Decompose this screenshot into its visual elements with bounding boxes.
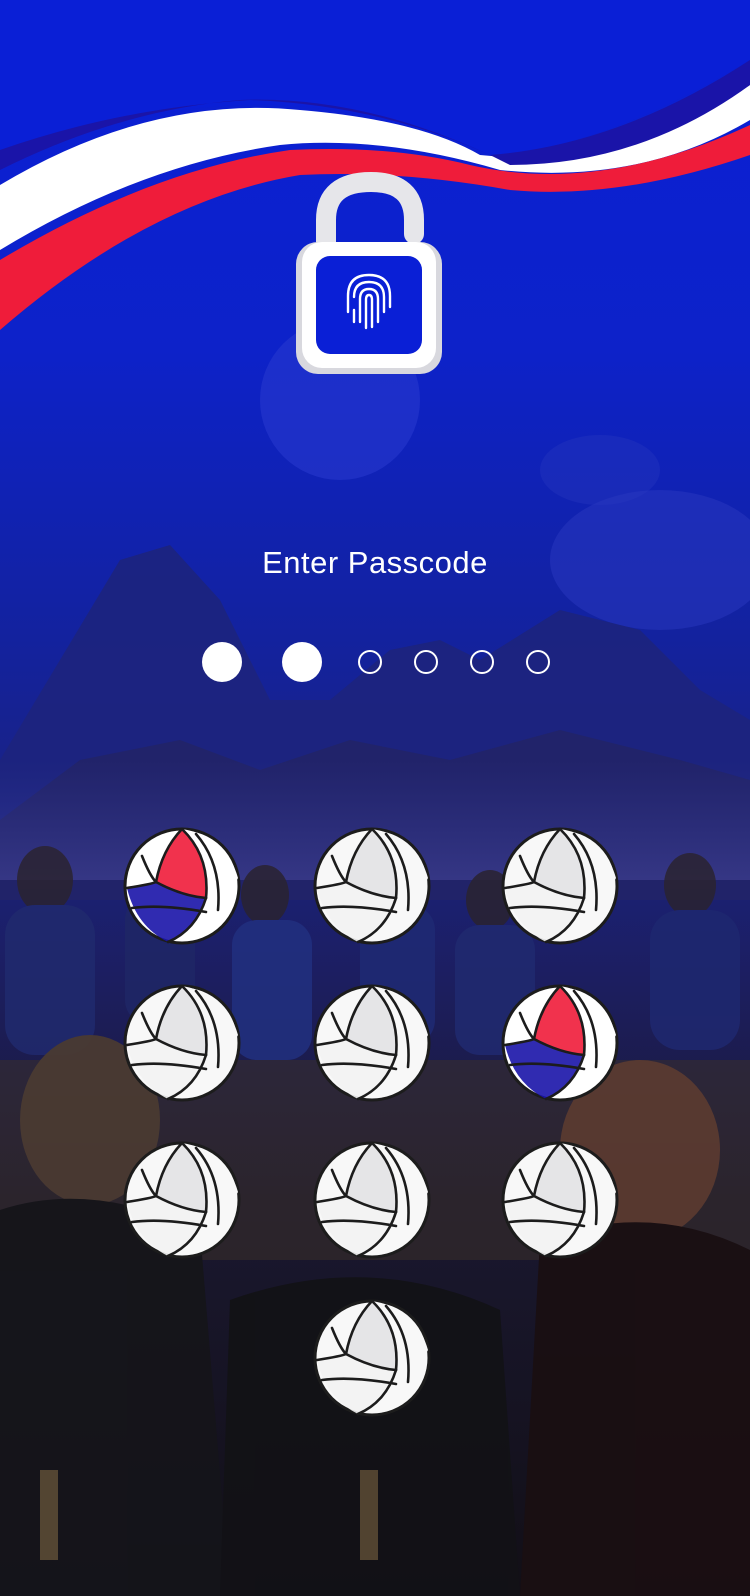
passcode-dot-filled — [282, 642, 322, 682]
volleyball-icon — [313, 827, 431, 945]
volleyball-icon — [123, 984, 241, 1102]
keypad-key-7[interactable] — [122, 1140, 242, 1260]
keypad-key-4[interactable] — [122, 983, 242, 1103]
passcode-indicator — [0, 640, 750, 684]
volleyball-icon — [501, 984, 619, 1102]
page-title: Enter Passcode — [262, 545, 488, 580]
keypad-key-5[interactable] — [312, 983, 432, 1103]
unlocked-padlock-icon — [296, 172, 442, 374]
keypad-key-2[interactable] — [312, 826, 432, 946]
passcode-dot-empty — [414, 650, 438, 674]
keypad-key-6[interactable] — [500, 983, 620, 1103]
volleyball-icon — [313, 984, 431, 1102]
volleyball-icon — [501, 1141, 619, 1259]
passcode-dot-empty — [526, 650, 550, 674]
volleyball-icon — [313, 1299, 431, 1417]
keypad-key-3[interactable] — [500, 826, 620, 946]
volleyball-icon — [123, 1141, 241, 1259]
keypad-key-8[interactable] — [312, 1140, 432, 1260]
passcode-dot-empty — [358, 650, 382, 674]
keypad-key-1[interactable] — [122, 826, 242, 946]
passcode-dot-empty — [470, 650, 494, 674]
keypad-key-0[interactable] — [312, 1298, 432, 1418]
volleyball-icon — [501, 827, 619, 945]
keypad-key-9[interactable] — [500, 1140, 620, 1260]
passcode-dot-filled — [202, 642, 242, 682]
volleyball-icon — [123, 827, 241, 945]
volleyball-icon — [313, 1141, 431, 1259]
